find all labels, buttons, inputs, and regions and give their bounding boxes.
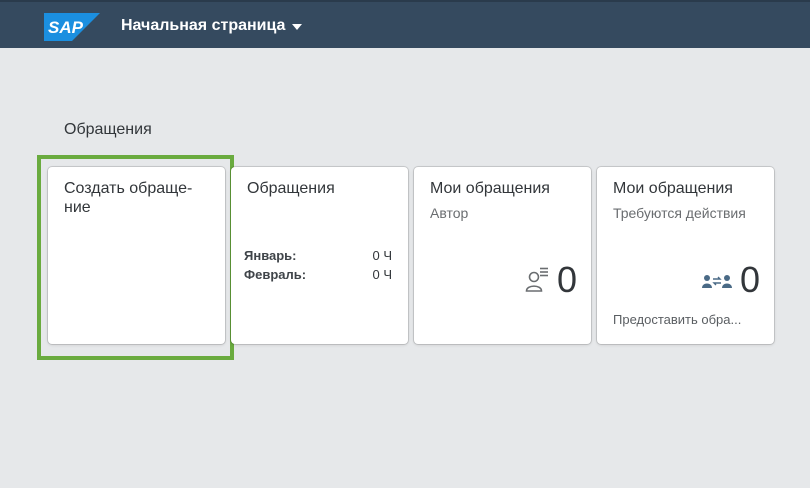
numeric-content: 0 bbox=[525, 259, 577, 301]
group-title: Обращения bbox=[64, 121, 152, 138]
tile-my-tickets-action[interactable]: Мои обращения Требуются действия 0 Предо… bbox=[597, 167, 774, 344]
tile-create-ticket[interactable]: Создать обраще-ние bbox=[48, 167, 225, 344]
tile-title: Мои обращения bbox=[430, 180, 550, 197]
tile-footer: Предоставить обра... bbox=[613, 312, 742, 327]
tile-tickets-kpi[interactable]: Обращения Январь: 0 Ч Февраль: 0 Ч bbox=[231, 167, 408, 344]
sap-logo[interactable]: SAP bbox=[44, 13, 100, 41]
tile-my-tickets-author[interactable]: Мои обращения Автор 0 bbox=[414, 167, 591, 344]
shell-title-text: Начальная страница bbox=[121, 17, 286, 34]
tile-subtitle: Автор bbox=[430, 205, 469, 221]
tile-title: Создать обраще-ние bbox=[64, 180, 193, 216]
kpi-value: 0 Ч bbox=[372, 267, 392, 282]
kpi-label: Январь: bbox=[244, 248, 297, 263]
person-list-icon bbox=[525, 267, 548, 292]
shell-bar: SAP Начальная страница bbox=[0, 0, 810, 48]
tile-title: Обращения bbox=[247, 180, 335, 197]
tile-title: Мои обращения bbox=[613, 180, 733, 197]
kpi-row-february: Февраль: 0 Ч bbox=[244, 267, 392, 282]
caret-down-icon bbox=[292, 24, 303, 30]
home-page-menu[interactable]: Начальная страница bbox=[121, 15, 303, 37]
kpi-label: Февраль: bbox=[244, 267, 307, 282]
numeric-content: 0 bbox=[701, 259, 760, 301]
kpi-value: 0 Ч bbox=[372, 248, 392, 263]
tile-number: 0 bbox=[556, 259, 577, 300]
tile-subtitle: Требуются действия bbox=[613, 205, 746, 221]
sap-logo-text: SAP bbox=[48, 18, 84, 37]
kpi-row-january: Январь: 0 Ч bbox=[244, 248, 392, 263]
people-exchange-icon bbox=[701, 275, 732, 288]
tile-number: 0 bbox=[739, 259, 760, 300]
